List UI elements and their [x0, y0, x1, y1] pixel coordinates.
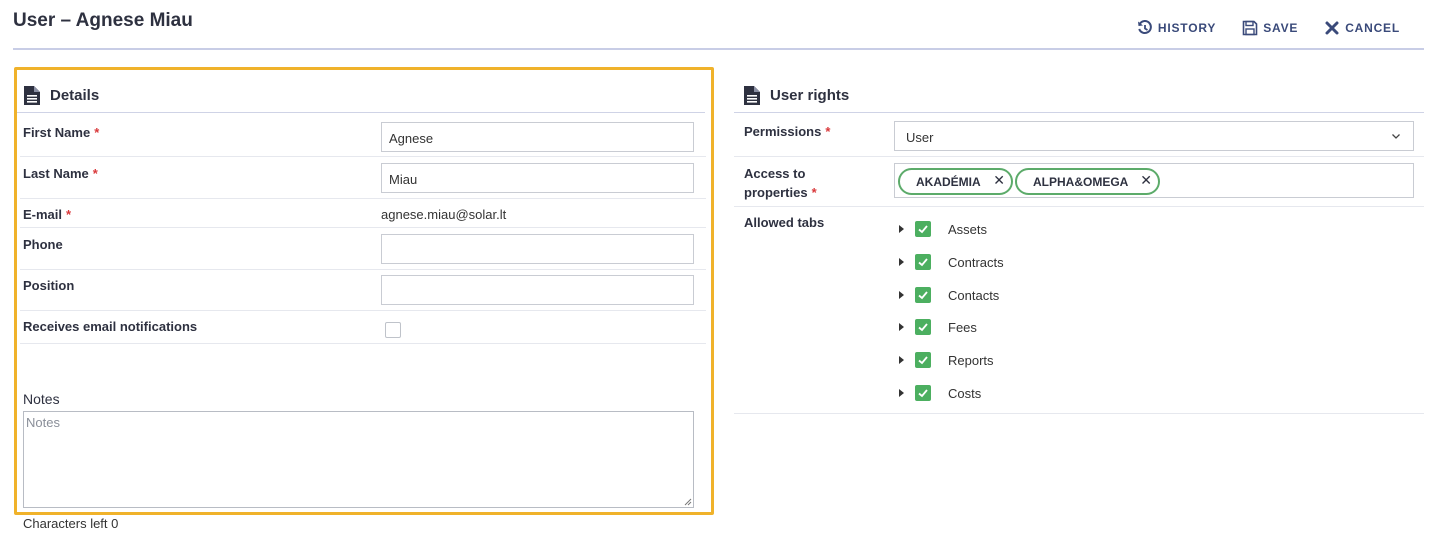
email-row: E-mail * agnese.miau@solar.lt — [20, 199, 706, 228]
expand-caret-icon[interactable] — [899, 323, 904, 331]
history-label: HISTORY — [1157, 21, 1217, 35]
characters-left: Characters left 0 — [23, 516, 119, 531]
save-button[interactable]: SAVE — [1242, 20, 1298, 36]
tab-item-fees: Fees — [899, 317, 977, 337]
chevron-down-icon — [1392, 134, 1400, 139]
expand-caret-icon[interactable] — [899, 258, 904, 266]
last-name-row: Last Name * Miau — [20, 157, 706, 199]
access-row: Access to properties * AKADÉMIA ✕ ALPHA&OM… — [734, 157, 1424, 207]
close-icon — [1325, 21, 1339, 35]
notes-textarea[interactable]: Notes — [23, 411, 694, 508]
tab-item-reports: Reports — [899, 350, 994, 370]
tab-item-costs: Costs — [899, 383, 981, 403]
details-heading-label: Details — [50, 87, 100, 104]
expand-caret-icon[interactable] — [899, 389, 904, 397]
property-tag-label: ALPHA&OMEGA — [1033, 175, 1129, 189]
notes-label: Notes — [23, 391, 60, 407]
tab-item-label: Costs — [948, 385, 982, 401]
position-row: Position — [20, 270, 706, 311]
cancel-label: CANCEL — [1345, 21, 1400, 35]
notifications-label: Receives email notifications — [23, 319, 198, 334]
tab-checkbox[interactable] — [915, 254, 931, 270]
document-icon — [24, 86, 40, 105]
tab-item-label: Fees — [948, 319, 977, 335]
expand-caret-icon[interactable] — [899, 356, 904, 364]
property-tag: ALPHA&OMEGA ✕ — [1015, 168, 1160, 195]
expand-caret-icon[interactable] — [899, 225, 904, 233]
first-name-label: First Name * — [23, 125, 100, 140]
properties-tag-input[interactable]: AKADÉMIA ✕ ALPHA&OMEGA ✕ — [894, 163, 1414, 198]
save-label: SAVE — [1263, 21, 1299, 35]
rights-heading: User rights — [744, 86, 849, 105]
toolbar: HISTORY SAVE CANCEL — [1137, 20, 1400, 36]
cancel-button[interactable]: CANCEL — [1324, 20, 1400, 36]
email-label: E-mail * — [23, 207, 72, 222]
tab-item-label: Assets — [948, 221, 988, 237]
header-divider — [13, 48, 1424, 50]
tab-checkbox[interactable] — [915, 221, 931, 237]
check-icon — [918, 323, 928, 332]
allowed-tabs-row: Allowed tabs Assets Contracts Contacts F… — [734, 207, 1424, 414]
property-tag-label: AKADÉMIA — [916, 175, 981, 189]
permissions-select[interactable]: User — [894, 121, 1414, 151]
notifications-row: Receives email notifications — [20, 311, 706, 344]
check-icon — [918, 356, 928, 365]
phone-label: Phone — [23, 237, 63, 252]
history-button[interactable]: HISTORY — [1137, 20, 1216, 36]
page-title: User – Agnese Miau — [13, 10, 193, 31]
tab-checkbox[interactable] — [915, 287, 931, 303]
details-heading: Details — [24, 86, 99, 105]
allowed-tabs-label: Allowed tabs — [744, 215, 825, 230]
check-icon — [918, 258, 928, 267]
last-name-label: Last Name * — [23, 166, 98, 181]
permissions-row: Permissions * User — [734, 114, 1424, 157]
last-name-input[interactable]: Miau — [381, 163, 694, 193]
document-icon — [744, 86, 760, 105]
save-icon — [1242, 20, 1258, 36]
position-label: Position — [23, 278, 75, 293]
remove-tag-icon[interactable]: ✕ — [1140, 172, 1152, 189]
check-icon — [918, 291, 928, 300]
tab-item-contracts: Contracts — [899, 252, 1004, 272]
tab-item-contacts: Contacts — [899, 285, 999, 305]
permissions-value: User — [906, 130, 934, 145]
permissions-label: Permissions * — [744, 124, 831, 139]
property-tag: AKADÉMIA ✕ — [898, 168, 1013, 195]
tab-checkbox[interactable] — [915, 385, 931, 401]
tab-checkbox[interactable] — [915, 319, 931, 335]
expand-caret-icon[interactable] — [899, 291, 904, 299]
details-divider — [17, 112, 705, 113]
resize-grip-icon[interactable] — [684, 498, 692, 506]
tab-item-assets: Assets — [899, 219, 987, 239]
tab-item-label: Contracts — [948, 254, 1004, 270]
history-icon — [1137, 20, 1152, 34]
email-value: agnese.miau@solar.lt — [381, 207, 507, 222]
tab-checkbox[interactable] — [915, 352, 931, 368]
rights-divider — [734, 112, 1424, 113]
position-input[interactable] — [381, 275, 694, 305]
notifications-checkbox[interactable] — [385, 322, 401, 338]
phone-row: Phone — [20, 228, 706, 270]
check-icon — [918, 225, 928, 234]
tab-item-label: Reports — [948, 352, 994, 368]
first-name-row: First Name * Agnese — [20, 114, 706, 157]
tab-item-label: Contacts — [948, 287, 1000, 303]
first-name-input[interactable]: Agnese — [381, 122, 694, 152]
phone-input[interactable] — [381, 234, 694, 264]
rights-heading-label: User rights — [770, 87, 850, 104]
access-label: Access to properties * — [744, 166, 817, 200]
remove-tag-icon[interactable]: ✕ — [993, 172, 1005, 189]
check-icon — [918, 389, 928, 398]
